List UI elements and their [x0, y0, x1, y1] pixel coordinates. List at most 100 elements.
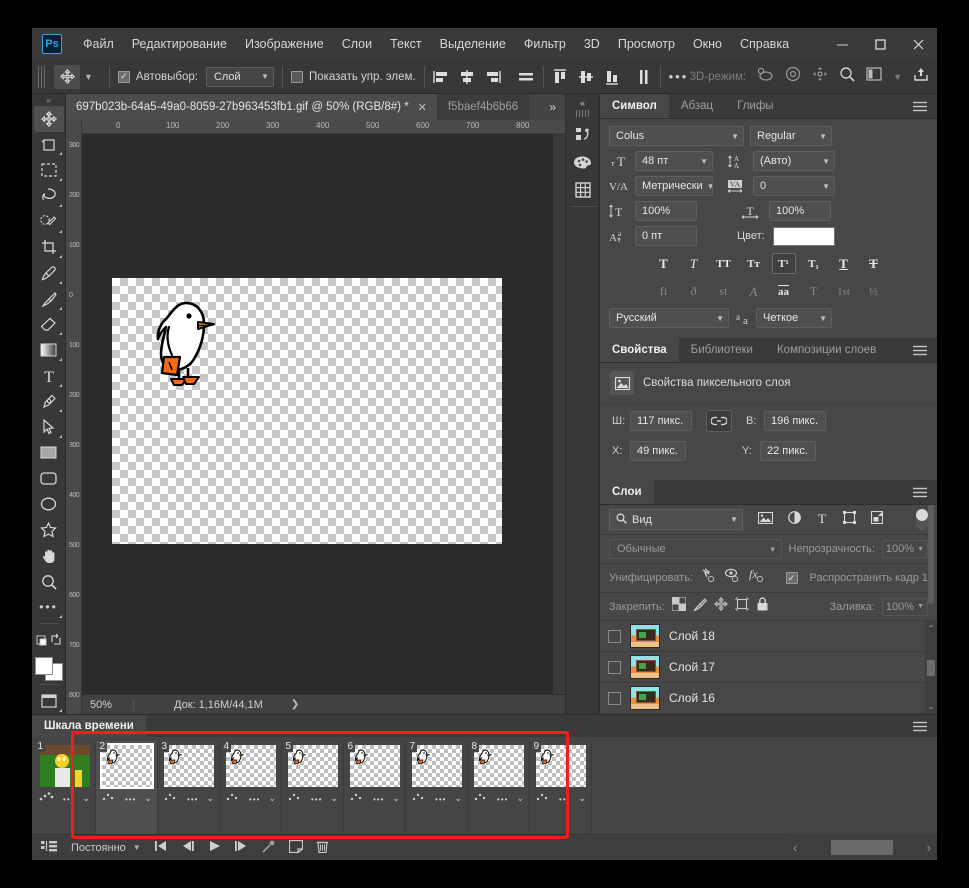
menu-item-text[interactable]: Текст [381, 31, 430, 57]
gradient-tool[interactable] [34, 337, 64, 363]
next-frame-icon[interactable] [234, 840, 248, 855]
frame-delay[interactable]: ••• [497, 795, 508, 804]
x-input[interactable]: 49 пикс. [630, 441, 686, 461]
eyedropper-tool[interactable] [34, 260, 64, 286]
distribute-horizontal-icon[interactable] [517, 69, 535, 85]
scroll-down-icon[interactable]: ⌄ [928, 702, 935, 711]
layer-thumbnail[interactable] [630, 624, 660, 648]
height-input[interactable]: 196 пикс. [764, 411, 826, 431]
scrollbar-thumb[interactable] [831, 840, 893, 855]
chevron-down-icon[interactable]: ⌄ [268, 793, 276, 804]
swash-button[interactable]: A [742, 281, 766, 302]
font-size-input[interactable]: 48 пт ▼ [635, 151, 713, 171]
frame-thumbnail[interactable]: 5 [288, 745, 338, 787]
tab-properties[interactable]: Свойства [600, 338, 679, 362]
frame-delay[interactable]: ••• [311, 795, 322, 804]
frame-delay[interactable]: ••• [373, 795, 384, 804]
frame-item[interactable]: 1 [34, 741, 96, 834]
canvas-viewport[interactable] [82, 134, 565, 694]
hand-tool[interactable] [34, 543, 64, 569]
frame-delay[interactable]: ••• [559, 795, 570, 804]
scroll-left-icon[interactable]: ‹ [793, 840, 797, 855]
align-vertical-centers-icon[interactable] [578, 69, 594, 85]
frame-thumbnail[interactable]: 4 [226, 745, 276, 787]
show-controls-checkbox[interactable] [291, 71, 303, 83]
path-selection-tool[interactable] [34, 414, 64, 440]
options-grip[interactable] [38, 66, 46, 88]
layer-row[interactable]: Слой 17 [600, 652, 925, 683]
layer-thumbnail[interactable] [630, 655, 660, 679]
layers-scrollbar[interactable]: ⌃ ⌄ [925, 621, 937, 714]
frame-item[interactable]: 8 ••• ⌄ [468, 741, 530, 834]
frame-tween-icon[interactable] [473, 791, 489, 804]
tab-timeline[interactable]: Шкала времени [32, 715, 146, 737]
delete-frame-icon[interactable] [316, 839, 329, 856]
chevron-down-icon[interactable]: ⌄ [516, 793, 524, 804]
chevron-down-icon[interactable]: ⌄ [82, 793, 90, 804]
workspace-switcher-icon[interactable] [866, 67, 882, 86]
standard-ligatures-button[interactable]: fi [652, 281, 676, 302]
menu-item-3d[interactable]: 3D [575, 31, 609, 57]
opacity-input[interactable]: 100% ▼ [882, 540, 928, 558]
frame-tween-icon[interactable] [411, 791, 427, 804]
layer-filter-select[interactable]: Вид ▼ [609, 509, 743, 530]
chevron-down-icon[interactable]: ⌄ [330, 793, 338, 804]
menu-item-layers[interactable]: Слои [333, 31, 381, 57]
color-swatches[interactable] [35, 657, 63, 682]
history-icon[interactable] [568, 120, 598, 148]
frame-tween-icon[interactable] [39, 791, 55, 804]
lock-artboard-icon[interactable] [735, 597, 749, 616]
strikethrough-button[interactable]: T [862, 253, 886, 274]
maximize-button[interactable] [861, 28, 899, 60]
dock-grip[interactable] [576, 110, 590, 117]
antialias-select[interactable]: Четкое ▼ [756, 308, 832, 328]
unify-position-icon[interactable] [700, 568, 717, 588]
frame-thumbnail[interactable]: 8 [474, 745, 524, 787]
subscript-button[interactable]: T₁ [802, 253, 826, 274]
lock-transparency-icon[interactable] [672, 597, 686, 616]
scroll-right-icon[interactable]: › [927, 840, 931, 855]
panel-menu-icon[interactable] [903, 94, 937, 118]
kerning-select[interactable]: Метрически ▼ [635, 176, 713, 196]
menu-item-image[interactable]: Изображение [236, 31, 333, 57]
faux-italic-button[interactable]: T [682, 253, 706, 274]
layer-thumbnail[interactable] [630, 686, 660, 710]
autoselect-checkbox[interactable]: ✓ [118, 71, 130, 83]
type-filter-icon[interactable]: T [816, 511, 828, 529]
frame-thumbnail[interactable]: 2 [102, 745, 152, 787]
scroll-up-icon[interactable]: ⌃ [928, 624, 935, 633]
document-tab-active[interactable]: 697b023b-64a5-49a0-8059-27b963453fb1.gif… [66, 94, 438, 120]
artboard-tool[interactable] [34, 132, 64, 158]
smart-object-filter-icon[interactable] [871, 511, 883, 529]
discretionary-ligatures-button[interactable]: ð [682, 281, 706, 302]
lasso-tool[interactable] [34, 183, 64, 209]
frame-thumbnail[interactable]: 7 [412, 745, 462, 787]
3d-rotate-icon[interactable] [757, 67, 774, 87]
lock-pixels-icon[interactable] [693, 597, 707, 616]
distribute-vertical-icon[interactable] [636, 68, 652, 86]
ordinals-button[interactable]: T [802, 281, 826, 302]
leading-input[interactable]: (Авто) ▼ [753, 151, 835, 171]
frame-tween-icon[interactable] [287, 791, 303, 804]
document-tabs-overflow-button[interactable]: » [540, 94, 565, 120]
frame-thumbnail[interactable]: 6 [350, 745, 400, 787]
width-input[interactable]: 117 пикс. [630, 411, 692, 431]
align-horizontal-centers-icon[interactable] [459, 69, 475, 85]
3d-pan-icon[interactable] [812, 66, 828, 87]
frame-delay[interactable]: ••• [125, 795, 136, 804]
tool-preset-chevron-down-icon[interactable]: ▼ [84, 72, 93, 82]
tab-character[interactable]: Символ [600, 94, 669, 118]
play-icon[interactable] [208, 840, 221, 855]
frame-item[interactable]: 4 ••• ⌄ [220, 741, 282, 834]
loop-mode-value[interactable]: Постоянно [71, 842, 126, 854]
baseline-shift-input[interactable]: 0 пт [635, 226, 697, 246]
frame-item[interactable]: 6 ••• ⌄ [344, 741, 406, 834]
language-select[interactable]: Русский ▼ [609, 308, 729, 328]
ellipse-tool[interactable] [34, 492, 64, 518]
grid-icon[interactable] [568, 176, 598, 204]
close-icon[interactable]: ✕ [418, 101, 427, 114]
tab-glyphs[interactable]: Глифы [725, 94, 785, 118]
rectangle-tool[interactable] [34, 440, 64, 466]
type-tool[interactable]: T [34, 363, 64, 389]
rounded-rectangle-tool[interactable] [34, 466, 64, 492]
